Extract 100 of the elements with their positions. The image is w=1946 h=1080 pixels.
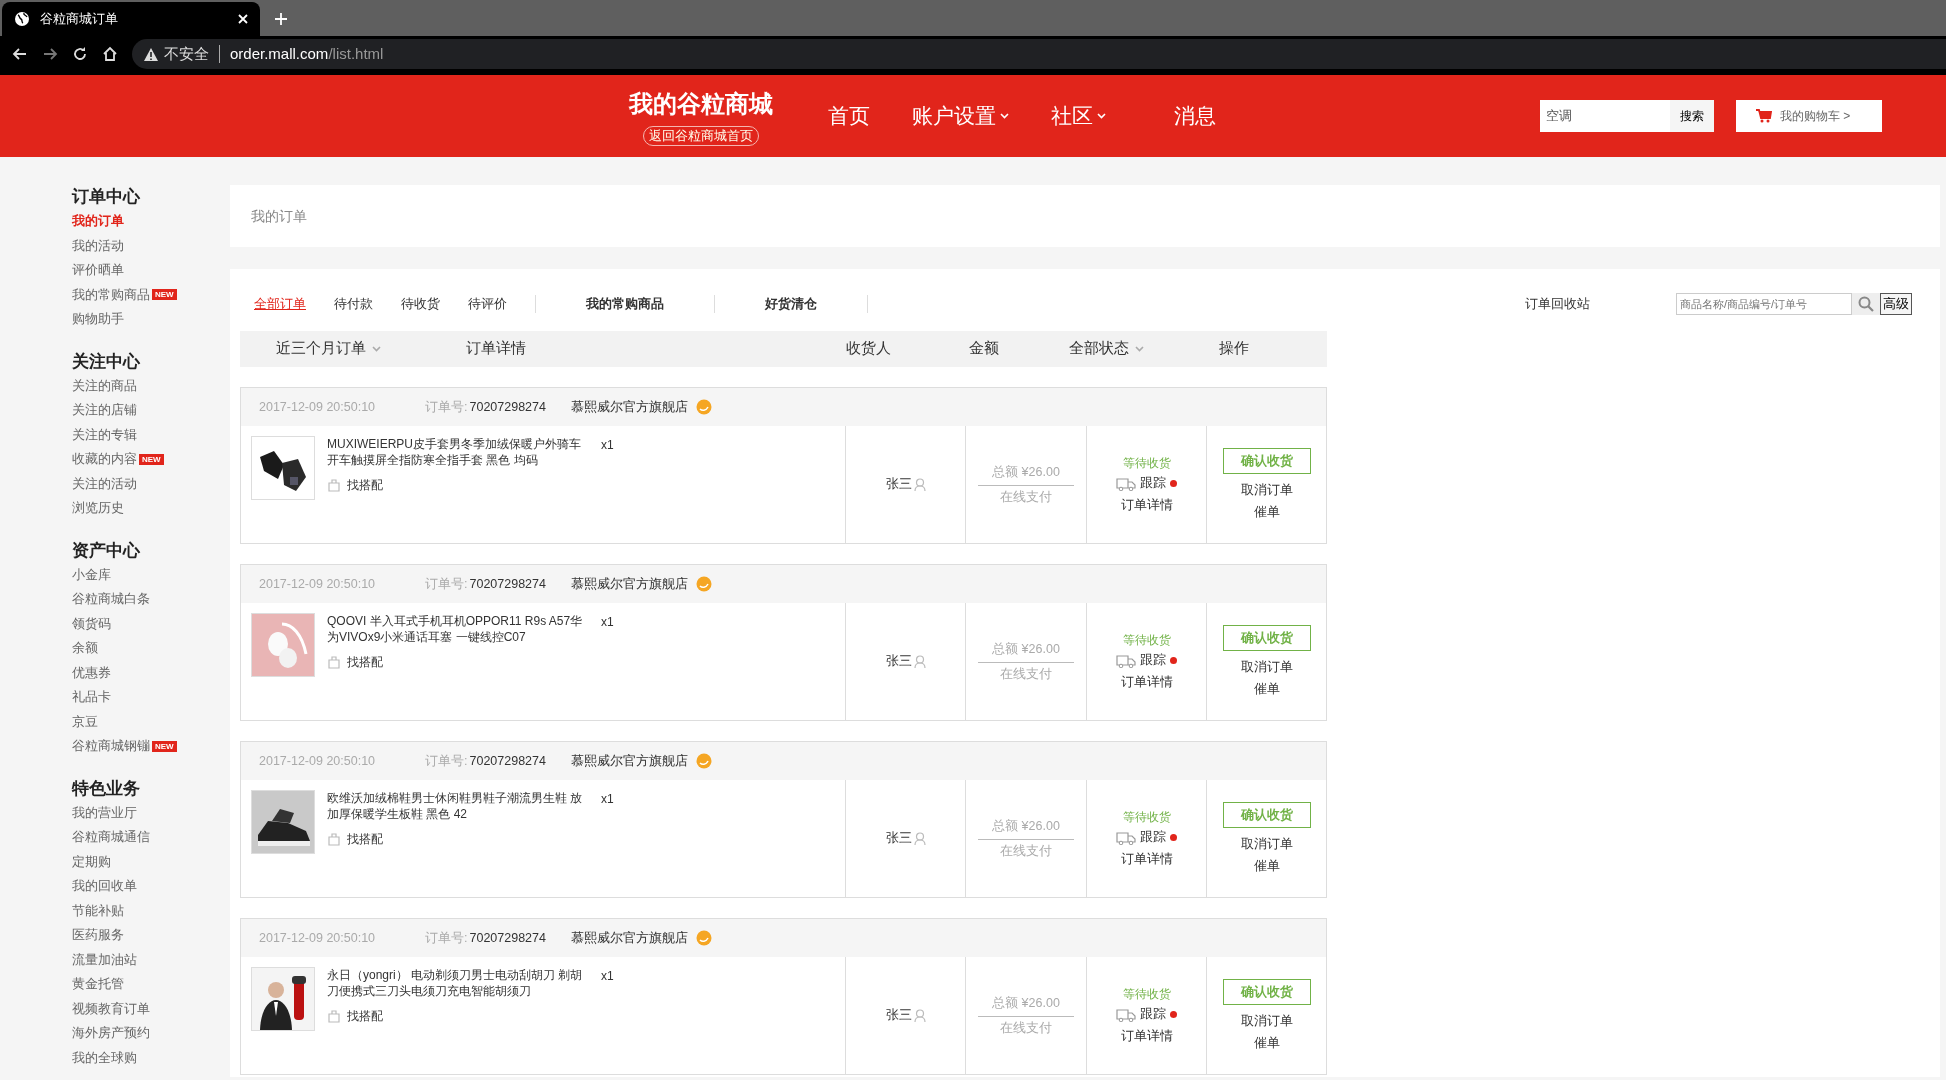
column-header: 订单详情: [466, 339, 527, 359]
product-name[interactable]: QOOVI 半入耳式手机耳机OPPOR11 R9s A57华为VIVOx9小米通话耳塞 一键线控C07: [327, 613, 587, 645]
order-number-label: 订单号:: [425, 398, 468, 416]
quantity: x1: [601, 437, 614, 454]
order-tab[interactable]: 待收货: [401, 294, 440, 314]
cancel-order-link[interactable]: 取消订单: [1240, 656, 1293, 677]
order-tab[interactable]: 我的常购商品: [586, 294, 664, 314]
sidebar-item[interactable]: 关注的店铺: [72, 398, 230, 423]
nav-link[interactable]: 首页: [822, 100, 876, 132]
order-tab[interactable]: 待评价: [468, 294, 507, 314]
shop-link[interactable]: 慕熙威尔官方旗舰店: [571, 751, 689, 771]
sidebar-item[interactable]: 谷粒商城白条: [72, 587, 230, 612]
sidebar-item[interactable]: 黄金托管: [72, 972, 230, 997]
sidebar-heading: 关注中心: [72, 350, 141, 373]
match-link[interactable]: 找搭配: [347, 1007, 383, 1025]
product-name[interactable]: 永日（yongri） 电动剃须刀男士电动刮胡刀 剃胡刀便携式三刀头电须刀充电智能胡须刀: [327, 967, 587, 999]
shop-link[interactable]: 慕熙威尔官方旗舰店: [571, 574, 689, 594]
new-tab-icon[interactable]: [274, 12, 288, 26]
reload-icon[interactable]: [72, 46, 88, 62]
sidebar-heading: 特色业务: [72, 777, 141, 800]
order-tab[interactable]: 待付款: [334, 294, 373, 314]
cart-button[interactable]: 我的购物车 >: [1736, 100, 1882, 132]
payment-method: 在线支付: [1000, 665, 1052, 683]
order-search-field[interactable]: 商品名称/商品编号/订单号: [1676, 293, 1852, 315]
sidebar-item[interactable]: 流量加油站: [72, 947, 230, 972]
cancel-order-link[interactable]: 取消订单: [1240, 1010, 1293, 1031]
sidebar-item[interactable]: 关注的专辑: [72, 422, 230, 447]
order-detail-link[interactable]: 订单详情: [1120, 1025, 1173, 1046]
sidebar-item[interactable]: 谷粒商城钢镚 NEW: [72, 734, 230, 759]
order-detail-link[interactable]: 订单详情: [1120, 494, 1173, 515]
product-name[interactable]: MUXIWEIERPU皮手套男冬季加绒保暖户外骑车开车触摸屏全指防寒全指手套 黑色 均码: [327, 436, 587, 468]
order-tab[interactable]: 全部订单: [254, 294, 306, 314]
site-logo[interactable]: 我的谷粒商城: [629, 86, 773, 122]
order-number: 70207298274: [469, 929, 547, 947]
search-field[interactable]: 空调: [1540, 100, 1670, 132]
browser-tab[interactable]: 谷粒商城订单: [2, 2, 260, 36]
order-tab[interactable]: 好货清仓: [765, 294, 817, 314]
advanced-button[interactable]: 高级: [1880, 293, 1912, 315]
sidebar-item[interactable]: 礼品卡: [72, 685, 230, 710]
track-link[interactable]: 跟踪: [1140, 1005, 1166, 1024]
address-bar[interactable]: 不安全 order.mall.com/list.html: [132, 39, 1946, 69]
recycle-bin-link[interactable]: 订单回收站: [1525, 294, 1590, 314]
shop-link[interactable]: 慕熙威尔官方旗舰店: [571, 397, 689, 417]
back-icon[interactable]: [12, 46, 28, 62]
sidebar-item[interactable]: 海外房产预约: [72, 1021, 230, 1046]
close-icon[interactable]: [238, 14, 248, 24]
remind-link[interactable]: 催单: [1253, 1032, 1280, 1053]
forward-icon[interactable]: [42, 46, 58, 62]
sidebar-heading: 订单中心: [72, 186, 141, 208]
shop-link[interactable]: 慕熙威尔官方旗舰店: [571, 928, 689, 948]
sidebar-item[interactable]: 我的常购商品 NEW: [72, 282, 230, 307]
track-link[interactable]: 跟踪: [1140, 651, 1166, 670]
column-header: 收货人: [846, 339, 892, 359]
search-button[interactable]: [1852, 293, 1880, 315]
sidebar-item[interactable]: 视频教育订单: [72, 996, 230, 1021]
column-header: 操作: [1219, 339, 1250, 359]
nav-link[interactable]: 社区: [1045, 100, 1112, 132]
order-status: 等待收货: [1122, 986, 1171, 1004]
sidebar-item[interactable]: 我的订单: [72, 209, 230, 234]
sidebar-item[interactable]: 我的营业厅: [72, 800, 230, 825]
match-link[interactable]: 找搭配: [347, 653, 383, 671]
sidebar-item[interactable]: 我的活动: [72, 233, 230, 258]
remind-link[interactable]: 催单: [1253, 678, 1280, 699]
sidebar-item[interactable]: 购物助手: [72, 307, 230, 332]
sidebar-item[interactable]: 定期购: [72, 849, 230, 874]
sidebar-item[interactable]: 浏览历史: [72, 496, 230, 521]
sidebar-item[interactable]: 京豆: [72, 709, 230, 734]
order-detail-link[interactable]: 订单详情: [1120, 848, 1173, 869]
sidebar-item[interactable]: 关注的商品: [72, 373, 230, 398]
cancel-order-link[interactable]: 取消订单: [1240, 833, 1293, 854]
column-header[interactable]: 近三个月订单: [276, 338, 466, 360]
sidebar-item[interactable]: 关注的活动: [72, 471, 230, 496]
sidebar-item[interactable]: 节能补贴: [72, 898, 230, 923]
sidebar-item[interactable]: 小金库: [72, 562, 230, 587]
nav-link[interactable]: 账户设置: [906, 100, 1015, 132]
sidebar-item[interactable]: 谷粒商城通信: [72, 825, 230, 850]
match-link[interactable]: 找搭配: [347, 476, 383, 494]
sidebar-item[interactable]: 领货码: [72, 611, 230, 636]
recipient-name: 张三: [885, 1007, 912, 1025]
column-header[interactable]: 全部状态: [1069, 338, 1219, 360]
home-icon[interactable]: [102, 46, 118, 62]
remind-link[interactable]: 催单: [1253, 501, 1280, 522]
sidebar-item[interactable]: 评价晒单: [72, 258, 230, 283]
sidebar-item[interactable]: 优惠券: [72, 660, 230, 685]
order-total: 总额 ¥26.00: [978, 639, 1074, 663]
sidebar-item[interactable]: 收藏的内容 NEW: [72, 447, 230, 472]
sidebar-item[interactable]: 我的回收单: [72, 874, 230, 899]
remind-link[interactable]: 催单: [1253, 855, 1280, 876]
order-detail-link[interactable]: 订单详情: [1120, 671, 1173, 692]
sidebar-item[interactable]: 我的全球购: [72, 1045, 230, 1070]
cancel-order-link[interactable]: 取消订单: [1240, 479, 1293, 500]
search-button[interactable]: 搜索: [1670, 100, 1714, 132]
track-link[interactable]: 跟踪: [1140, 828, 1166, 847]
nav-link[interactable]: 消息: [1168, 100, 1222, 132]
track-link[interactable]: 跟踪: [1140, 474, 1166, 493]
quantity: x1: [601, 614, 614, 631]
sidebar-item[interactable]: 医药服务: [72, 923, 230, 948]
match-link[interactable]: 找搭配: [347, 830, 383, 848]
sidebar-item[interactable]: 余额: [72, 636, 230, 661]
product-name[interactable]: 欧维沃加绒棉鞋男士休闲鞋男鞋子潮流男生鞋 放加厚保暖学生板鞋 黑色 42: [327, 790, 587, 822]
